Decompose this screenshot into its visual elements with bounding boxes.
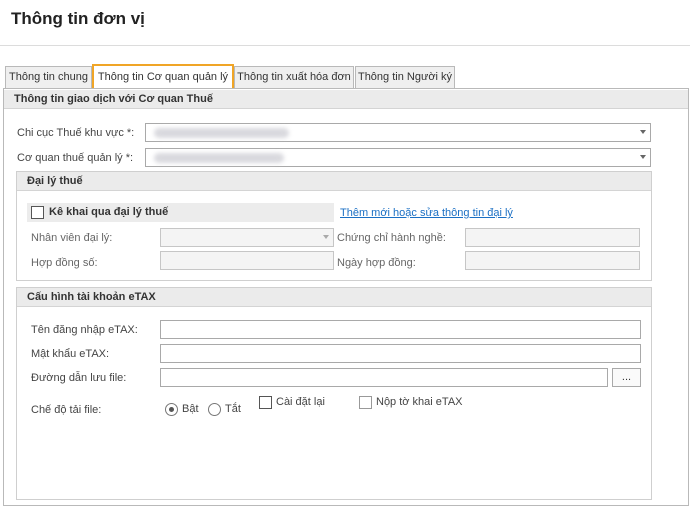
contract-no-label: Hợp đồng số:	[31, 257, 98, 269]
chevron-down-icon	[640, 155, 646, 159]
etax-group: Cấu hình tài khoản eTAX Tên đăng nhập eT…	[16, 287, 652, 500]
tab-bar: Thông tin chung Thông tin Cơ quan quản l…	[0, 64, 690, 90]
reinstall-checkbox[interactable]	[259, 396, 272, 409]
chi-cuc-label: Chi cục Thuế khu vực *:	[17, 127, 135, 139]
cert-label: Chứng chỉ hành nghề:	[337, 232, 446, 244]
etax-password-input[interactable]	[160, 344, 641, 363]
save-path-label: Đường dẫn lưu file:	[31, 372, 127, 384]
title-divider	[0, 45, 690, 46]
mode-on-label: Bật	[182, 403, 199, 415]
chi-cuc-select[interactable]	[145, 123, 651, 142]
blurred-value	[154, 128, 289, 138]
submit-etax-label: Nộp tờ khai eTAX	[376, 396, 463, 408]
co-quan-label: Cơ quan thuế quản lý *:	[17, 152, 134, 164]
tab-tax-authority[interactable]: Thông tin Cơ quan quản lý	[92, 64, 234, 90]
etax-group-header: Cấu hình tài khoản eTAX	[17, 288, 651, 307]
add-edit-agent-link[interactable]: Thêm mới hoặc sửa thông tin đại lý	[340, 207, 513, 219]
save-path-input[interactable]	[160, 368, 608, 387]
section-header-tax-transaction: Thông tin giao dịch với Cơ quan Thuế	[4, 90, 688, 109]
page-title: Thông tin đơn vị	[11, 9, 145, 28]
contract-no-input[interactable]	[160, 251, 334, 270]
agent-staff-label: Nhân viên đại lý:	[31, 232, 113, 244]
blurred-value	[154, 153, 284, 163]
etax-password-label: Mật khẩu eTAX:	[31, 348, 110, 360]
download-mode-label: Chế độ tải file:	[31, 404, 102, 416]
mode-off-label: Tắt	[225, 403, 241, 415]
submit-etax-checkbox[interactable]	[359, 396, 372, 409]
chevron-down-icon	[323, 235, 329, 239]
etax-username-input[interactable]	[160, 320, 641, 339]
tab-signer[interactable]: Thông tin Người ký	[355, 66, 455, 88]
agent-checkbox[interactable]	[31, 206, 44, 219]
agent-group: Đại lý thuế Kê khai qua đại lý thuế Thêm…	[16, 171, 652, 281]
browse-button[interactable]: ...	[612, 368, 641, 387]
cert-input[interactable]	[465, 228, 640, 247]
etax-username-label: Tên đăng nhập eTAX:	[31, 324, 138, 336]
mode-on-radio[interactable]	[165, 403, 178, 416]
mode-off-radio[interactable]	[208, 403, 221, 416]
agent-staff-select[interactable]	[160, 228, 334, 247]
co-quan-select[interactable]	[145, 148, 651, 167]
contract-date-label: Ngày hợp đồng:	[337, 257, 416, 269]
contract-date-input[interactable]	[465, 251, 640, 270]
agent-checkbox-label: Kê khai qua đại lý thuế	[49, 206, 169, 218]
tab-general[interactable]: Thông tin chung	[5, 66, 92, 88]
reinstall-label: Cài đặt lại	[276, 396, 325, 408]
tab-invoice-export[interactable]: Thông tin xuất hóa đơn	[234, 66, 354, 88]
chevron-down-icon	[640, 130, 646, 134]
tab-panel: Thông tin giao dịch với Cơ quan Thuế Chi…	[3, 88, 689, 506]
agent-group-header: Đại lý thuế	[17, 172, 651, 191]
